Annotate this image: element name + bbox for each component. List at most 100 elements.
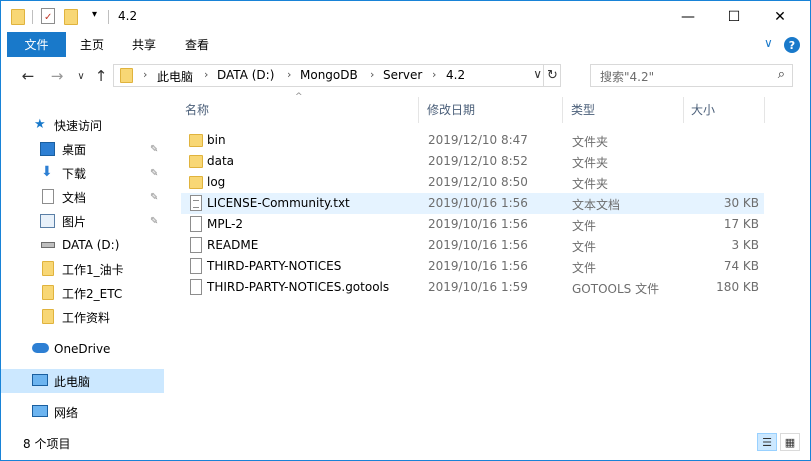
file-date: 2019/10/16 1:56 — [428, 238, 528, 252]
title-bar: ✓ ▾ 4.2 — ☐ ✕ — [1, 1, 810, 32]
file-size: 30 KB — [723, 196, 759, 210]
file-icon — [190, 216, 202, 232]
chevron-right-icon[interactable]: › — [370, 68, 374, 81]
sidebar-item-label: 快速访问 — [54, 118, 103, 133]
sidebar-item-work1[interactable]: 工作1_油卡 — [1, 257, 164, 281]
file-name: log — [207, 175, 226, 189]
sidebar-item-label: 工作1_油卡 — [62, 262, 124, 277]
computer-icon — [32, 374, 48, 386]
pin-icon[interactable]: ✎ — [150, 168, 158, 179]
table-row[interactable]: THIRD-PARTY-NOTICES 2019/10/16 1:56 文件 7… — [181, 256, 764, 277]
picture-icon — [40, 214, 55, 228]
sidebar-item-work2[interactable]: 工作2_ETC — [1, 281, 164, 305]
file-name: README — [207, 238, 259, 252]
table-row[interactable]: THIRD-PARTY-NOTICES.gotools 2019/10/16 1… — [181, 277, 764, 298]
column-header-type[interactable]: 类型 — [571, 95, 595, 123]
column-header-date[interactable]: 修改日期 — [427, 95, 475, 123]
back-button[interactable]: ← — [18, 66, 38, 86]
breadcrumb-this-pc[interactable]: 此电脑 — [157, 68, 193, 85]
sidebar-item-label: 文档 — [62, 190, 87, 205]
sidebar-item-onedrive[interactable]: OneDrive — [1, 337, 164, 361]
breadcrumb-current[interactable]: 4.2 — [446, 68, 465, 82]
chevron-right-icon[interactable]: › — [432, 68, 436, 81]
sidebar-item-this-pc[interactable]: 此电脑 — [1, 369, 164, 393]
breadcrumb-server[interactable]: Server — [383, 68, 422, 82]
breadcrumb-drive[interactable]: DATA (D:) — [217, 68, 274, 82]
pin-icon[interactable]: ✎ — [150, 216, 158, 227]
file-date: 2019/10/16 1:56 — [428, 259, 528, 273]
sidebar-item-downloads[interactable]: ⬇ 下载 ✎ — [1, 161, 164, 185]
properties-icon[interactable]: ✓ — [41, 8, 55, 24]
file-type: 文件 — [572, 261, 597, 275]
sidebar-item-documents[interactable]: 文档 ✎ — [1, 185, 164, 209]
tab-share[interactable]: 共享 — [132, 32, 156, 57]
column-header-name[interactable]: 名称 — [185, 95, 209, 123]
text-file-icon — [190, 195, 202, 211]
new-folder-icon[interactable] — [64, 9, 78, 25]
table-row[interactable]: README 2019/10/16 1:56 文件 3 KB — [181, 235, 764, 256]
table-row[interactable]: data 2019/12/10 8:52 文件夹 — [181, 151, 764, 172]
file-name: THIRD-PARTY-NOTICES — [207, 259, 342, 273]
tab-file[interactable]: 文件 — [7, 32, 66, 57]
help-icon[interactable]: ? — [784, 37, 800, 53]
column-header-size[interactable]: 大小 — [691, 95, 715, 123]
file-name: LICENSE-Community.txt — [207, 196, 350, 210]
maximize-button[interactable]: ☐ — [711, 1, 757, 32]
download-icon: ⬇ — [41, 164, 53, 180]
sidebar-item-data-drive[interactable]: DATA (D:) — [1, 233, 164, 257]
table-row[interactable]: MPL-2 2019/10/16 1:56 文件 17 KB — [181, 214, 764, 235]
sidebar-item-label: 网络 — [54, 405, 79, 420]
file-icon — [190, 258, 202, 274]
tab-home[interactable]: 主页 — [80, 32, 104, 57]
close-button[interactable]: ✕ — [757, 1, 803, 32]
sidebar-item-network[interactable]: 网络 — [1, 400, 164, 424]
app-folder-icon — [11, 9, 25, 25]
column-divider[interactable] — [418, 97, 419, 123]
sidebar-item-pictures[interactable]: 图片 ✎ — [1, 209, 164, 233]
table-row[interactable]: bin 2019/12/10 8:47 文件夹 — [181, 130, 764, 151]
divider — [108, 10, 109, 24]
breadcrumb-mongodb[interactable]: MongoDB — [300, 68, 358, 82]
sidebar-item-quick-access[interactable]: ★ 快速访问 — [1, 113, 164, 137]
tab-view[interactable]: 查看 — [185, 32, 209, 57]
up-button[interactable]: ↑ — [91, 66, 111, 86]
chevron-right-icon[interactable]: › — [287, 68, 291, 81]
star-icon: ★ — [34, 117, 46, 132]
search-icon[interactable]: ⌕ — [778, 67, 785, 82]
chevron-right-icon[interactable]: › — [143, 68, 147, 81]
recent-locations-button[interactable]: ∨ — [71, 66, 91, 86]
pin-icon[interactable]: ✎ — [150, 144, 158, 155]
table-row[interactable]: log 2019/12/10 8:50 文件夹 — [181, 172, 764, 193]
divider — [32, 10, 33, 24]
details-view-button[interactable]: ☰ — [757, 433, 777, 451]
customize-quick-access-icon[interactable]: ▾ — [92, 9, 97, 20]
sidebar-item-desktop[interactable]: 桌面 ✎ — [1, 137, 164, 161]
large-icons-view-button[interactable]: ▦ — [780, 433, 800, 451]
file-type: 文件夹 — [572, 135, 609, 149]
address-bar[interactable]: › 此电脑 › DATA (D:) › MongoDB › Server › 4… — [113, 64, 561, 87]
file-icon — [190, 279, 202, 295]
file-list: ^ 名称 修改日期 类型 大小 bin 2019/12/10 8:47 文件夹 … — [168, 92, 810, 429]
address-dropdown-icon[interactable]: ∨ — [533, 67, 542, 81]
sidebar-item-label: 工作2_ETC — [62, 286, 123, 301]
column-divider[interactable] — [562, 97, 563, 123]
chevron-down-icon[interactable]: ∨ — [764, 36, 773, 50]
sidebar-item-work-materials[interactable]: 工作资料 — [1, 305, 164, 329]
sort-ascending-icon: ^ — [295, 92, 303, 102]
refresh-button[interactable]: ↻ — [543, 65, 561, 86]
column-divider[interactable] — [764, 97, 765, 123]
search-input[interactable]: 搜索"4.2" ⌕ — [590, 64, 793, 87]
file-type: 文件夹 — [572, 156, 609, 170]
file-size: 3 KB — [731, 238, 759, 252]
pin-icon[interactable]: ✎ — [150, 192, 158, 203]
folder-icon — [42, 261, 54, 276]
file-date: 2019/10/16 1:56 — [428, 217, 528, 231]
forward-button[interactable]: → — [47, 66, 67, 86]
chevron-right-icon[interactable]: › — [204, 68, 208, 81]
minimize-button[interactable]: — — [665, 1, 711, 32]
folder-icon — [120, 68, 133, 83]
table-row[interactable]: LICENSE-Community.txt 2019/10/16 1:56 文本… — [181, 193, 764, 214]
sidebar-item-label: 下载 — [62, 166, 87, 181]
column-divider[interactable] — [683, 97, 684, 123]
sidebar-item-label: 图片 — [62, 214, 87, 229]
